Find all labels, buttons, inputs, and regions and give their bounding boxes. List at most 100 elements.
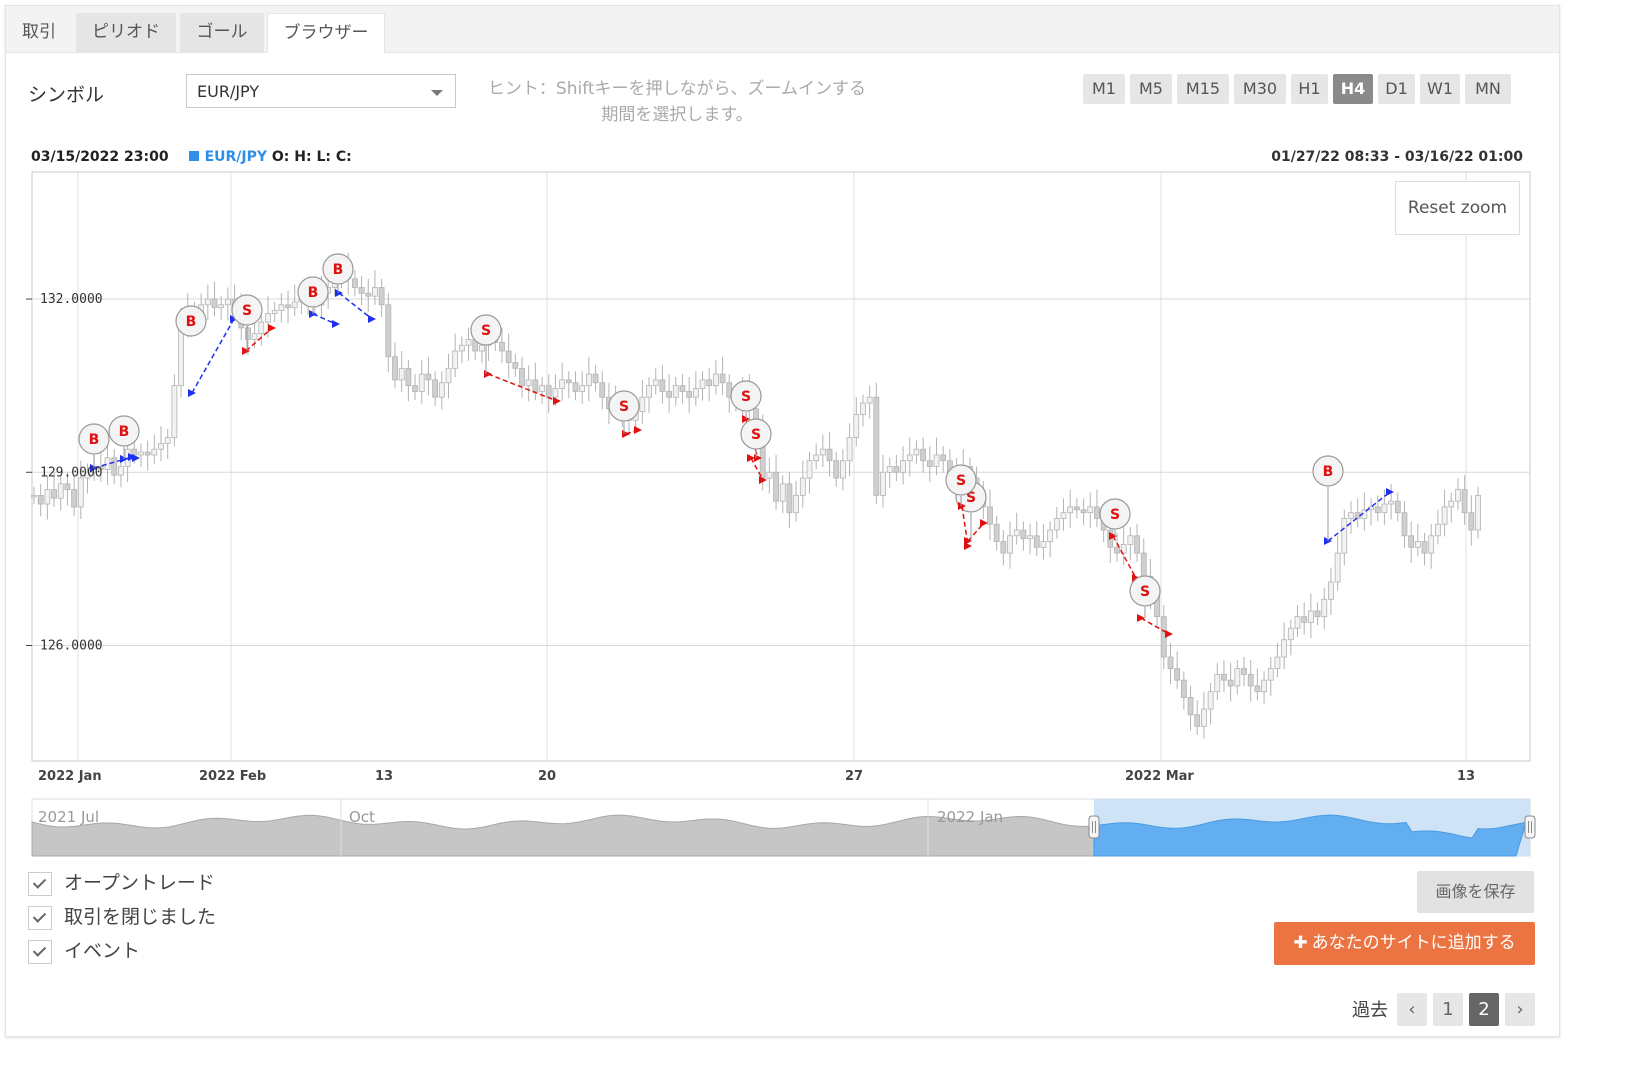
candle-body <box>499 341 505 352</box>
price-chart[interactable]: B BBSBBSSSSSSSSB 132.0000129.0000126.0000… <box>6 6 1559 866</box>
candle-body <box>204 298 211 306</box>
option-events[interactable]: イベント <box>28 938 140 964</box>
candle-body <box>1094 506 1100 519</box>
candle-body <box>545 385 552 398</box>
candle-body <box>532 379 539 392</box>
candle-body <box>458 344 465 352</box>
candle-body <box>1348 512 1354 519</box>
plot-area <box>31 171 1531 762</box>
candle-body <box>913 448 920 456</box>
candle-body <box>900 460 906 473</box>
candle-body <box>572 382 579 392</box>
candle-body <box>111 457 118 476</box>
save-image-button[interactable]: 画像を保存 <box>1417 871 1534 913</box>
candle-body <box>525 379 532 387</box>
candle-body <box>1294 616 1301 629</box>
candle-body <box>1394 500 1401 514</box>
chevron-left-icon: ‹ <box>1408 999 1416 1020</box>
pagination-next-button[interactable]: › <box>1505 993 1535 1026</box>
buy-flag-label: B <box>333 262 344 278</box>
candle-body <box>118 466 124 476</box>
candle-body <box>1414 541 1421 548</box>
candle-body <box>1053 518 1060 531</box>
candle-body <box>1287 627 1294 641</box>
candle-body <box>505 350 512 363</box>
candle-body <box>806 460 813 479</box>
buy-flag-label: B <box>308 285 319 301</box>
candle-body <box>893 466 900 473</box>
navigator-label: Oct <box>349 808 375 826</box>
reset-zoom-button[interactable]: Reset zoom <box>1395 181 1520 235</box>
candle-body <box>445 367 452 384</box>
candle-body <box>579 385 586 392</box>
buy-flag-label: B <box>119 424 130 440</box>
candle-body <box>438 382 445 398</box>
candle-body <box>853 414 860 439</box>
candle-body <box>1027 535 1033 540</box>
x-tick-label: 20 <box>538 769 556 784</box>
candle-body <box>1334 552 1341 583</box>
candle-body <box>271 310 278 314</box>
pagination-page-2[interactable]: 2 <box>1469 993 1499 1026</box>
candle-body <box>1013 529 1020 537</box>
candle-body <box>171 385 178 439</box>
pagination-page-1[interactable]: 1 <box>1433 993 1463 1026</box>
option-closed-trades[interactable]: 取引を閉じました <box>28 904 216 930</box>
navigator-label: 2022 Jan <box>937 808 1003 826</box>
sell-flag-label: S <box>751 427 761 443</box>
candle-body <box>104 457 111 470</box>
candle-body <box>251 333 258 340</box>
candle-body <box>926 460 933 467</box>
candle-body <box>793 494 800 514</box>
x-tick-label: 13 <box>1457 769 1475 784</box>
candle-body <box>1040 541 1047 548</box>
navigator-handle[interactable] <box>1524 815 1536 839</box>
candle-body <box>1000 541 1007 554</box>
candle-body <box>398 367 405 381</box>
candle-body <box>138 451 144 456</box>
candle-body <box>813 454 820 462</box>
candle-body <box>773 471 779 502</box>
candle-body <box>1140 552 1147 577</box>
candle-body <box>1448 500 1455 508</box>
candle-body <box>873 396 880 496</box>
candle-body <box>1047 529 1054 542</box>
candle-body <box>1381 503 1388 514</box>
candle-body <box>392 356 398 381</box>
candle-body <box>211 298 218 309</box>
candle-body <box>1080 509 1087 514</box>
candle-body <box>639 396 646 413</box>
candle-body <box>1314 610 1321 618</box>
checkbox-checked-icon[interactable] <box>28 939 52 964</box>
candle-body <box>719 373 726 384</box>
candle-body <box>1461 489 1468 514</box>
candle-body <box>1127 535 1134 545</box>
checkbox-checked-icon[interactable] <box>28 871 52 896</box>
candle-body <box>1180 679 1187 698</box>
candle-body <box>866 396 873 404</box>
candle-body <box>164 437 171 444</box>
candle-body <box>425 373 432 381</box>
candle-body <box>1194 714 1201 727</box>
candle-body <box>1114 546 1120 554</box>
chevron-right-icon: › <box>1516 999 1524 1020</box>
pagination-prev-button[interactable]: ‹ <box>1397 993 1427 1026</box>
candle-body <box>920 448 927 462</box>
add-to-site-button[interactable]: ✚ あなたのサイトに追加する <box>1274 922 1535 965</box>
candle-body <box>539 385 545 392</box>
candle-body <box>1428 535 1435 554</box>
candle-body <box>512 362 519 369</box>
candle-body <box>1441 506 1448 525</box>
buy-flag-label: B <box>186 314 197 330</box>
x-tick-label: 27 <box>845 769 863 784</box>
candle-body <box>799 477 806 496</box>
navigator-handle[interactable] <box>1088 815 1100 839</box>
candle-body <box>706 379 713 387</box>
candle-body <box>1187 697 1194 716</box>
candle-body <box>659 379 666 392</box>
checkbox-checked-icon[interactable] <box>28 905 52 930</box>
candle-body <box>1234 668 1241 687</box>
candle-body <box>291 301 298 309</box>
sell-flag-label: S <box>481 323 491 339</box>
option-open-trades[interactable]: オープントレード <box>28 870 215 896</box>
